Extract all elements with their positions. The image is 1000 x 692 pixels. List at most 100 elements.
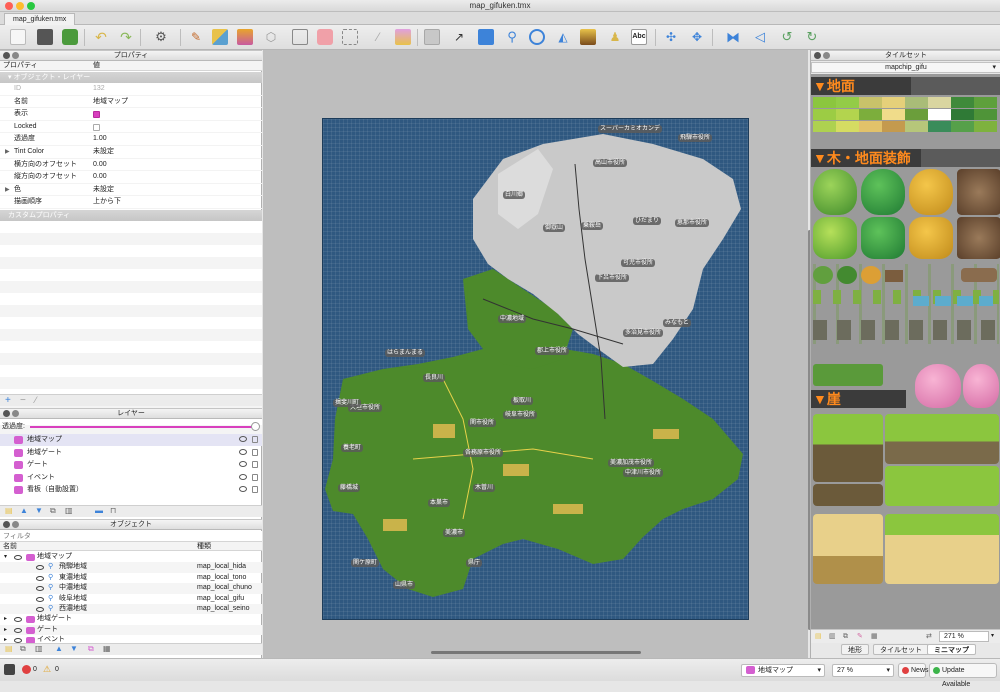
warning-icon[interactable]: ⚠: [43, 664, 51, 675]
insert-text-icon[interactable]: Abc: [631, 29, 647, 45]
eraser-icon[interactable]: [317, 29, 333, 45]
insert-template-icon[interactable]: ♟: [607, 29, 623, 45]
object-row[interactable]: ⚲ 西濃地域 map_local_seino: [0, 604, 262, 615]
property-row[interactable]: 描画順序 上から下: [0, 196, 262, 209]
error-icon[interactable]: [22, 665, 31, 674]
expand-icon[interactable]: ▶: [5, 146, 10, 159]
lock-icon[interactable]: [252, 436, 258, 443]
visibility-eye-icon[interactable]: [36, 596, 44, 602]
float-panel-icon[interactable]: [12, 521, 19, 528]
layer-item[interactable]: 地域ゲート: [0, 447, 262, 459]
tree-tile[interactable]: [813, 169, 857, 215]
map-label[interactable]: みなもと: [663, 319, 691, 327]
random-mode-icon[interactable]: ✣: [663, 29, 679, 45]
eraser-rect-icon[interactable]: [292, 29, 308, 45]
lock-icon[interactable]: [252, 461, 258, 469]
object-layer-row[interactable]: ▾ 地域マップ: [0, 552, 262, 562]
map-label[interactable]: 御嶽山: [543, 224, 566, 232]
tree-tile[interactable]: [861, 217, 905, 259]
object-row[interactable]: ⚲ 岐阜地域 map_local_gifu: [0, 594, 262, 604]
tile[interactable]: [951, 121, 974, 132]
chevron-down-icon[interactable]: ▾: [991, 630, 994, 643]
tree-tile[interactable]: [813, 217, 857, 259]
layer-item[interactable]: ゲート: [0, 459, 262, 471]
delete-layer-icon[interactable]: ▥: [65, 506, 73, 515]
tile[interactable]: [974, 109, 997, 120]
rename-property-icon[interactable]: ⁄: [35, 395, 37, 405]
property-row[interactable]: ▶ 色 未設定: [0, 184, 262, 197]
map-label[interactable]: 揖斐川町: [333, 399, 362, 407]
hedge-tile[interactable]: [813, 364, 883, 386]
raise-layer-icon[interactable]: ▲: [20, 506, 28, 515]
property-value[interactable]: 1.00: [93, 133, 107, 146]
close-panel-icon[interactable]: [814, 52, 821, 59]
map-label[interactable]: 関市役所: [468, 419, 497, 427]
property-value[interactable]: 132: [93, 83, 105, 96]
layer-item[interactable]: イベント: [0, 472, 262, 484]
map-label[interactable]: 岐阜市役所: [503, 411, 538, 419]
commands-icon[interactable]: ⚙: [153, 29, 169, 45]
map-label[interactable]: 高山市役所: [593, 159, 628, 167]
move-icon[interactable]: ✥: [689, 29, 705, 45]
map-label[interactable]: 本巣市: [428, 499, 451, 507]
insert-rectangle-icon[interactable]: [478, 29, 494, 45]
tile[interactable]: [859, 109, 882, 120]
cliff-tile[interactable]: [885, 466, 999, 506]
property-row[interactable]: Locked: [0, 121, 262, 134]
show-hide-other-layers-icon[interactable]: ▬: [95, 506, 103, 515]
map-label[interactable]: 中濃地域: [498, 315, 527, 323]
select-same-tile-icon[interactable]: [395, 29, 411, 45]
object-properties-icon[interactable]: ▦: [103, 644, 111, 653]
dead-tree-tile[interactable]: [957, 217, 1000, 259]
flip-vertical-icon[interactable]: ◁: [752, 29, 768, 45]
property-value[interactable]: 0.00: [93, 171, 107, 184]
object-row[interactable]: ⚲ 飛騨地域 map_local_hida: [0, 562, 262, 573]
export-tileset-icon[interactable]: ⧉: [843, 630, 848, 643]
dead-tree-tile[interactable]: [957, 169, 1000, 215]
tile[interactable]: [974, 121, 997, 132]
map-canvas[interactable]: スーパーカミオカンデ 飛騨市役所 高山市役所 下呂市役所 郡上市役所 中濃地域 白川郷 御嶽山…: [263, 50, 811, 658]
tile[interactable]: [928, 97, 951, 108]
map-label[interactable]: はらまんまる: [385, 349, 426, 357]
tab-tilesets[interactable]: タイルセット: [873, 644, 929, 655]
rotate-left-icon[interactable]: ↺: [779, 29, 795, 45]
map-label[interactable]: 下呂市役所: [595, 274, 630, 282]
update-available-button[interactable]: Update Available: [929, 663, 997, 688]
document-tab[interactable]: map_gifuken.tmx: [4, 13, 76, 25]
sakura-tree-tile[interactable]: [915, 364, 961, 408]
insert-ellipse-icon[interactable]: [529, 29, 545, 45]
new-layer-icon[interactable]: ▤: [5, 506, 13, 515]
tile[interactable]: [951, 109, 974, 120]
map-label[interactable]: 各務原市役所: [463, 449, 504, 457]
lock-icon[interactable]: [252, 448, 258, 456]
object-row[interactable]: ⚲ 中濃地域 map_local_chuno: [0, 583, 262, 594]
close-panel-icon[interactable]: [3, 521, 10, 528]
horizontal-scrollbar[interactable]: [431, 651, 641, 654]
float-panel-icon[interactable]: [823, 52, 830, 59]
visibility-eye-icon[interactable]: [36, 607, 44, 612]
decoration-tiles[interactable]: [813, 264, 999, 344]
object-layer-row[interactable]: ▸ 地域ゲート: [0, 614, 262, 624]
collapse-icon[interactable]: ▾: [4, 552, 7, 562]
visibility-eye-icon[interactable]: [239, 436, 247, 442]
sakura-tree-tile[interactable]: [963, 364, 999, 408]
map-label[interactable]: 中津川市役所: [623, 469, 664, 477]
tab-minimap[interactable]: ミニマップ: [927, 644, 976, 655]
map-zoom-select[interactable]: 27 % ▾: [832, 664, 894, 677]
object-filter-input[interactable]: [0, 531, 262, 542]
edit-polygons-icon[interactable]: ↗: [451, 29, 467, 45]
visibility-eye-icon[interactable]: [14, 617, 22, 623]
add-object-icon[interactable]: ▤: [5, 644, 13, 653]
tile[interactable]: [836, 109, 859, 120]
tree-tile[interactable]: [909, 169, 953, 215]
map-label[interactable]: ひだまり: [633, 217, 661, 225]
map-label[interactable]: 白川郷: [503, 191, 526, 199]
map-label[interactable]: 板取川: [511, 397, 534, 405]
map-label[interactable]: 山県市: [393, 581, 416, 589]
visibility-eye-icon[interactable]: [14, 627, 22, 633]
lower-layer-icon[interactable]: ▼: [35, 506, 43, 515]
expand-icon[interactable]: ▶: [5, 184, 10, 197]
tile[interactable]: [836, 97, 859, 108]
map-label[interactable]: 美濃加茂市役所: [608, 459, 655, 467]
tab-terrain[interactable]: 地形: [841, 644, 869, 655]
